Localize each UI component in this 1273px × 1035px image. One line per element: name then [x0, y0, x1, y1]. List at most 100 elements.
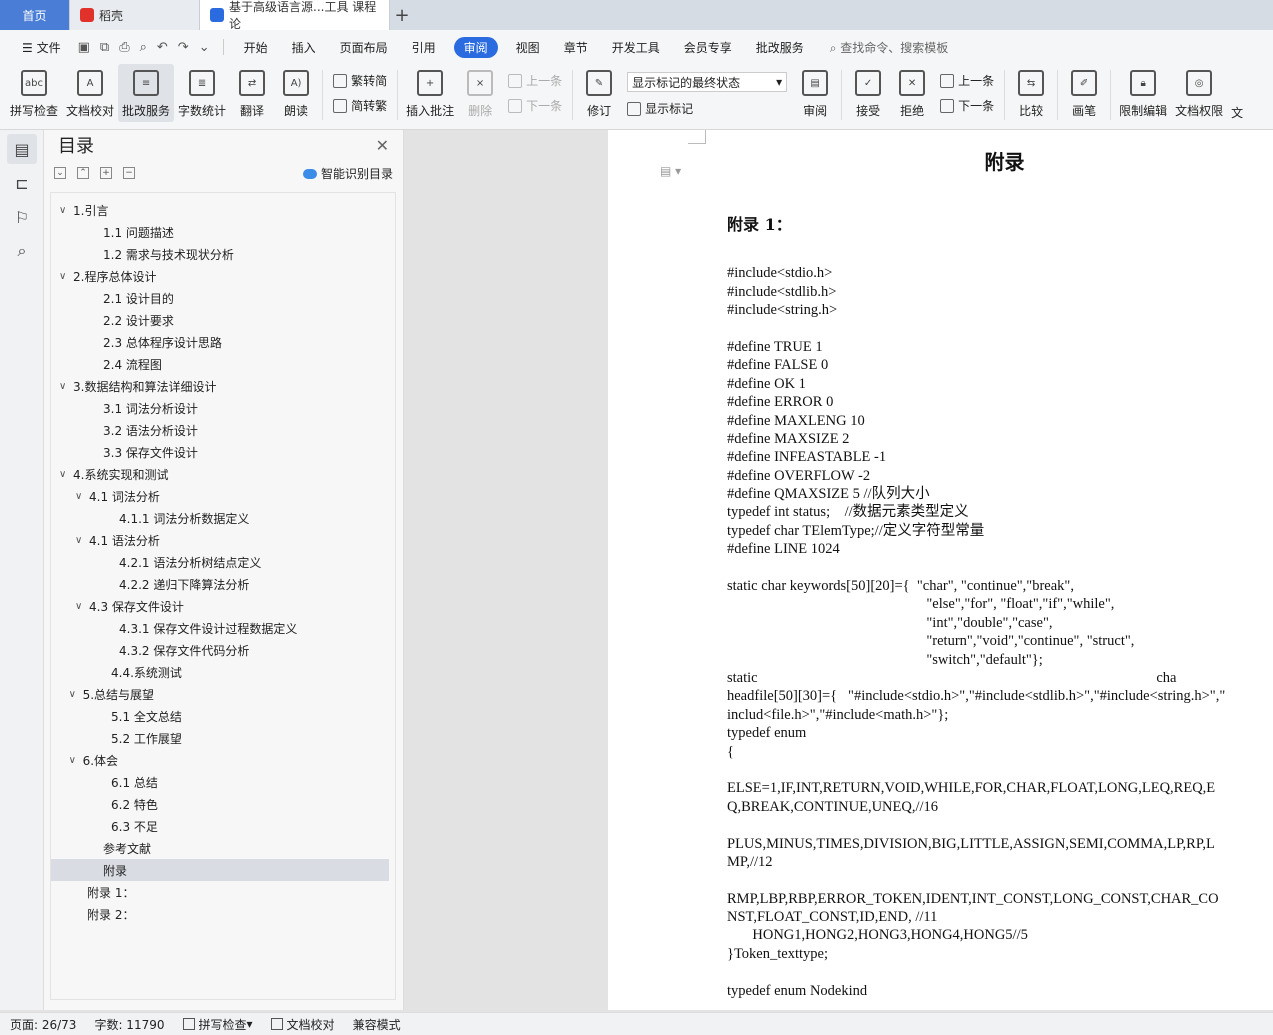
save-icon[interactable]: ▣	[73, 40, 95, 55]
toc-item[interactable]: 3.3 保存文件设计	[51, 441, 395, 463]
preview-icon[interactable]: ⌕	[135, 40, 152, 55]
toc-item[interactable]: ∨ 1.引言	[51, 199, 395, 221]
chevron-down-icon[interactable]: ∨	[69, 689, 83, 700]
status-spell-check[interactable]: 拼写检查 ▾	[182, 1016, 253, 1033]
toc-item[interactable]: ∨ 2.程序总体设计	[51, 265, 395, 287]
collapse-all-icon[interactable]: ⌄	[54, 167, 66, 179]
menu-insert[interactable]: 插入	[280, 39, 328, 56]
toc-item[interactable]: 3.2 语法分析设计	[51, 419, 395, 441]
toc-item[interactable]: ∨ 4.系统实现和测试	[51, 463, 395, 485]
chevron-down-icon[interactable]: ∨	[59, 271, 73, 282]
new-tab-button[interactable]: +	[390, 0, 414, 30]
toc-item[interactable]: 6.2 特色	[51, 793, 395, 815]
page-indicator[interactable]: 页面: 26/73	[10, 1016, 76, 1033]
tab-daoke[interactable]: 稻壳	[70, 0, 200, 30]
command-search[interactable]: ⌕ 查找命令、搜索模板	[816, 39, 949, 56]
chevron-down-icon[interactable]: ∨	[69, 755, 83, 766]
next-revision-button[interactable]: 下一条	[940, 97, 994, 114]
prev-revision-button[interactable]: 上一条	[940, 72, 994, 89]
toc-item[interactable]: ∨ 5.总结与展望	[51, 683, 395, 705]
toc-item[interactable]: 3.1 词法分析设计	[51, 397, 395, 419]
chevron-down-icon[interactable]: ∨	[59, 469, 73, 480]
spell-check-button[interactable]: abc 拼写检查	[6, 64, 62, 122]
toc-icon[interactable]: ▤	[7, 134, 37, 164]
export-icon[interactable]: ⧉	[95, 40, 114, 55]
toc-item[interactable]: ∨ 4.1 词法分析	[51, 485, 395, 507]
more-button[interactable]: 文	[1227, 64, 1247, 122]
menu-start[interactable]: 开始	[232, 39, 280, 56]
toc-item[interactable]: 1.2 需求与技术现状分析	[51, 243, 395, 265]
toc-item[interactable]: ∨ 3.数据结构和算法详细设计	[51, 375, 395, 397]
show-markup-button[interactable]: 显示标记	[627, 100, 787, 117]
word-count-indicator[interactable]: 字数: 11790	[94, 1016, 164, 1033]
menu-devtools[interactable]: 开发工具	[600, 39, 672, 56]
bookmark-icon[interactable]: ⚐	[7, 202, 37, 232]
toc-item[interactable]: ∨ 4.3 保存文件设计	[51, 595, 395, 617]
status-doc-proof[interactable]: 文档校对	[270, 1016, 335, 1033]
ai-toc-button[interactable]: 智能识别目录	[302, 165, 393, 182]
review-pane-button[interactable]: ▤ 审阅	[793, 64, 837, 122]
chevron-down-icon[interactable]: ⌄	[194, 40, 215, 55]
toc-item[interactable]: ∨ 4.1 语法分析	[51, 529, 395, 551]
chevron-down-icon[interactable]: ∨	[59, 205, 73, 216]
toc-item[interactable]: 2.3 总体程序设计思路	[51, 331, 395, 353]
read-aloud-button[interactable]: A) 朗读	[274, 64, 318, 122]
undo-icon[interactable]: ↶	[152, 40, 173, 55]
chevron-down-icon[interactable]: ∨	[75, 601, 89, 612]
prev-comment-button[interactable]: 上一条	[508, 72, 562, 89]
next-comment-button[interactable]: 下一条	[508, 97, 562, 114]
toc-item[interactable]: 4.1.1 词法分析数据定义	[51, 507, 395, 529]
correct-service-button[interactable]: ≡ 批改服务	[118, 64, 175, 122]
toc-item[interactable]: 6.3 不足	[51, 815, 395, 837]
accept-button[interactable]: ✓ 接受	[846, 64, 890, 122]
toc-item[interactable]: 1.1 问题描述	[51, 221, 395, 243]
chevron-down-icon[interactable]: ∨	[75, 535, 89, 546]
markup-state-select[interactable]: 显示标记的最终状态 ▾	[627, 72, 788, 92]
doc-proof-button[interactable]: A 文档校对	[62, 64, 118, 122]
toc-item[interactable]: 5.1 全文总结	[51, 705, 395, 727]
toc-item[interactable]: 2.1 设计目的	[51, 287, 395, 309]
expand-all-icon[interactable]: ⌃	[77, 167, 89, 179]
doc-permission-button[interactable]: ◎ 文档权限	[1171, 64, 1227, 122]
toc-item[interactable]: 参考文献	[51, 837, 395, 859]
toc-item[interactable]: 2.4 流程图	[51, 353, 395, 375]
insert-comment-button[interactable]: + 插入批注	[402, 64, 458, 122]
translate-button[interactable]: ⇄ 翻译	[230, 64, 274, 122]
trad-to-simp-button[interactable]: 繁转简	[333, 72, 387, 89]
add-level-icon[interactable]: +	[100, 167, 112, 179]
toc-item[interactable]: 附录 2：	[51, 903, 395, 925]
search-icon[interactable]: ⌕	[7, 236, 37, 266]
file-menu[interactable]: ☰ 文件	[10, 39, 73, 56]
menu-layout[interactable]: 页面布局	[328, 39, 400, 56]
document-page[interactable]: ▤ ▾ 附录 附录 1： #include<stdio.h> #include<s…	[608, 130, 1273, 1010]
menu-view[interactable]: 视图	[504, 39, 552, 56]
remove-level-icon[interactable]: −	[123, 167, 135, 179]
menu-chapter[interactable]: 章节	[552, 39, 600, 56]
compare-button[interactable]: ⇆ 比较	[1009, 64, 1053, 122]
toc-item[interactable]: 5.2 工作展望	[51, 727, 395, 749]
toc-item[interactable]: 4.3.1 保存文件设计过程数据定义	[51, 617, 395, 639]
reject-button[interactable]: ✕ 拒绝	[890, 64, 934, 122]
print-icon[interactable]: ⎙	[114, 40, 134, 55]
toc-item[interactable]: ∨ 6.体会	[51, 749, 395, 771]
toc-item[interactable]: 附录	[51, 859, 389, 881]
chevron-down-icon[interactable]: ∨	[59, 381, 73, 392]
close-icon[interactable]: ✕	[376, 136, 389, 155]
toc-item[interactable]: 4.2.2 递归下降算法分析	[51, 573, 395, 595]
chevron-down-icon[interactable]: ∨	[75, 491, 89, 502]
tab-document[interactable]: 基于高级语言源...工具 课程论	[200, 0, 390, 31]
simp-to-trad-button[interactable]: 简转繁	[333, 97, 387, 114]
menu-member[interactable]: 会员专享	[672, 39, 744, 56]
delete-comment-button[interactable]: × 删除	[458, 64, 502, 122]
toc-item[interactable]: 2.2 设计要求	[51, 309, 395, 331]
toc-item[interactable]: 4.4.系统测试	[51, 661, 395, 683]
tab-home[interactable]: 首页	[0, 0, 70, 30]
toc-item[interactable]: 6.1 总结	[51, 771, 395, 793]
toc-item[interactable]: 附录 1：	[51, 881, 395, 903]
chapter-icon[interactable]: ⊏	[7, 168, 37, 198]
toc-item[interactable]: 4.2.1 语法分析树结点定义	[51, 551, 395, 573]
redo-icon[interactable]: ↷	[173, 40, 194, 55]
pen-button[interactable]: ✐ 画笔	[1062, 64, 1106, 122]
restrict-edit-button[interactable]: 🔒︎ 限制编辑	[1115, 64, 1171, 122]
menu-reference[interactable]: 引用	[400, 39, 448, 56]
